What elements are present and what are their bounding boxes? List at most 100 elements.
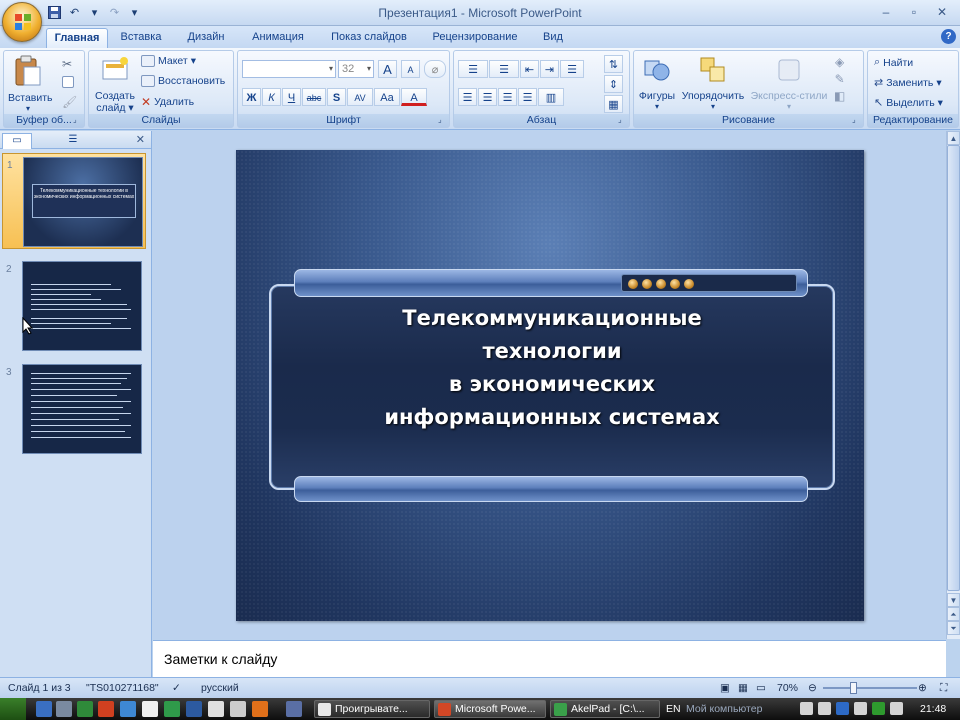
font-size-combo[interactable]: 32 ▾	[338, 60, 374, 78]
previous-slide-icon[interactable]: ⏶	[947, 607, 960, 621]
tray-icon[interactable]	[872, 702, 885, 715]
slide-thumbnail-3[interactable]: 3	[2, 361, 146, 457]
tray-icon[interactable]	[854, 702, 867, 715]
grow-font-button[interactable]: A	[378, 60, 397, 78]
start-button[interactable]	[0, 698, 26, 720]
slides-tab-icon[interactable]: ▭	[2, 133, 32, 149]
language[interactable]: русский	[201, 682, 239, 694]
slideshow-view-icon[interactable]: ▭	[756, 682, 766, 694]
quicklaunch-desktop-icon[interactable]	[36, 701, 52, 717]
keyboard-language[interactable]: EN	[666, 703, 681, 715]
volume-icon[interactable]	[890, 702, 903, 715]
notes-pane[interactable]: Заметки к слайду	[153, 640, 946, 677]
slide-thumbnail-2[interactable]: 2	[2, 258, 146, 354]
delete-slide-button[interactable]: ✕ Удалить	[141, 95, 194, 109]
zoom-slider[interactable]	[823, 687, 917, 689]
layout-button[interactable]: Макет ▾	[141, 55, 196, 67]
zoom-level[interactable]: 70%	[777, 682, 798, 694]
quicklaunch-app-icon[interactable]	[252, 701, 268, 717]
close-panel-icon[interactable]: ✕	[136, 133, 145, 146]
select-button[interactable]: ↖ Выделить ▾	[874, 96, 943, 110]
quicklaunch-app-icon[interactable]	[98, 701, 114, 717]
maximize-button[interactable]: ▫	[900, 3, 928, 21]
quick-styles-button[interactable]: Экспресс-стили ▾	[748, 55, 830, 111]
spacing-button[interactable]: AV	[347, 88, 373, 106]
quicklaunch-app-icon[interactable]	[286, 701, 302, 717]
theme-name[interactable]: "TS010271168"	[86, 682, 159, 694]
slide-thumbnail-1[interactable]: 1 Телекоммуникационные технологии в экон…	[2, 153, 146, 249]
bullets-icon[interactable]: ☰	[458, 60, 488, 78]
shadow-button[interactable]: S	[327, 88, 346, 106]
arrange-button[interactable]: Упорядочить ▾	[678, 55, 748, 111]
zoom-out-icon[interactable]: ⊖	[808, 682, 817, 694]
cut-button[interactable]: ✂	[62, 57, 72, 71]
vertical-scrollbar[interactable]: ▲ ▼ ⏶ ⏷	[946, 131, 960, 639]
scroll-thumb[interactable]	[947, 145, 960, 591]
reset-button[interactable]: Восстановить	[141, 75, 225, 87]
numbering-icon[interactable]: ☰	[489, 60, 519, 78]
sorter-view-icon[interactable]: ▦	[738, 682, 748, 694]
zoom-in-icon[interactable]: ⊕	[918, 682, 927, 694]
help-icon[interactable]: ?	[941, 29, 956, 44]
quicklaunch-app-icon[interactable]	[230, 701, 246, 717]
columns-icon[interactable]: ▥	[538, 88, 564, 106]
font-launcher-icon[interactable]: ⌟	[438, 116, 447, 125]
slide[interactable]: Телекоммуникационные технологии в эконом…	[236, 150, 864, 621]
align-center-icon[interactable]: ☰	[478, 88, 497, 106]
copy-button[interactable]	[62, 76, 74, 88]
tab-slideshow[interactable]: Показ слайдов	[322, 28, 416, 48]
align-left-icon[interactable]: ☰	[458, 88, 477, 106]
quicklaunch-app-icon[interactable]	[164, 701, 180, 717]
quicklaunch-app-icon[interactable]	[120, 701, 136, 717]
tab-insert[interactable]: Вставка	[112, 28, 170, 48]
scroll-down-icon[interactable]: ▼	[947, 593, 960, 607]
text-direction-icon[interactable]: ⇅	[604, 55, 623, 73]
tab-design[interactable]: Дизайн	[178, 28, 234, 48]
clipboard-launcher-icon[interactable]: ⌟	[73, 116, 82, 125]
justify-icon[interactable]: ☰	[518, 88, 537, 106]
font-color-button[interactable]: A	[401, 88, 427, 106]
normal-view-icon[interactable]: ▣	[720, 682, 730, 694]
quicklaunch-app-icon[interactable]	[208, 701, 224, 717]
task-powerpoint[interactable]: Microsoft Powe...	[434, 700, 546, 718]
new-slide-button[interactable]: Создать слайд ▾	[93, 55, 137, 114]
outline-tab-icon[interactable]: ☰	[58, 133, 88, 149]
tab-review[interactable]: Рецензирование	[424, 28, 526, 48]
tray-icon[interactable]	[800, 702, 813, 715]
tab-animation[interactable]: Анимация	[244, 28, 312, 48]
office-button[interactable]	[2, 2, 42, 42]
tray-icon[interactable]	[818, 702, 831, 715]
minimize-button[interactable]: –	[872, 3, 900, 21]
smartart-icon[interactable]: ▦	[604, 95, 623, 113]
quicklaunch-app-icon[interactable]	[142, 701, 158, 717]
shapes-button[interactable]: Фигуры ▾	[636, 55, 678, 111]
quicklaunch-app-icon[interactable]	[186, 701, 202, 717]
font-name-combo[interactable]: ▾	[242, 60, 336, 78]
strike-button[interactable]: abc	[302, 88, 326, 106]
shrink-font-button[interactable]: A	[401, 60, 420, 78]
tab-home[interactable]: Главная	[46, 28, 108, 48]
align-right-icon[interactable]: ☰	[498, 88, 517, 106]
line-spacing-icon[interactable]: ☰	[560, 60, 584, 78]
case-button[interactable]: Aa	[374, 88, 400, 106]
tab-view[interactable]: Вид	[536, 28, 570, 48]
outline-icon[interactable]: ✎	[835, 72, 845, 86]
tray-icon[interactable]	[836, 702, 849, 715]
next-slide-icon[interactable]: ⏷	[947, 621, 960, 635]
underline-button[interactable]: Ч	[282, 88, 301, 106]
quicklaunch-app-icon[interactable]	[77, 701, 93, 717]
decrease-indent-icon[interactable]: ⇤	[520, 60, 539, 78]
close-button[interactable]: ✕	[928, 3, 956, 21]
align-text-icon[interactable]: ⇕	[604, 75, 623, 93]
zoom-slider-thumb[interactable]	[850, 682, 857, 694]
paste-button[interactable]: Вставить ▾	[8, 55, 53, 113]
quicklaunch-app-icon[interactable]	[56, 701, 72, 717]
replace-button[interactable]: ⇄ Заменить ▾	[874, 76, 942, 90]
italic-button[interactable]: К	[262, 88, 281, 106]
format-painter-button[interactable]: 🖌	[62, 95, 77, 109]
fit-slide-icon[interactable]: ⛶	[940, 682, 947, 695]
slide-title[interactable]: Телекоммуникационные технологии в эконом…	[269, 302, 835, 434]
clear-format-button[interactable]: ⌀	[424, 60, 446, 78]
spellcheck-icon[interactable]: ✓	[172, 682, 181, 694]
paragraph-launcher-icon[interactable]: ⌟	[618, 116, 627, 125]
